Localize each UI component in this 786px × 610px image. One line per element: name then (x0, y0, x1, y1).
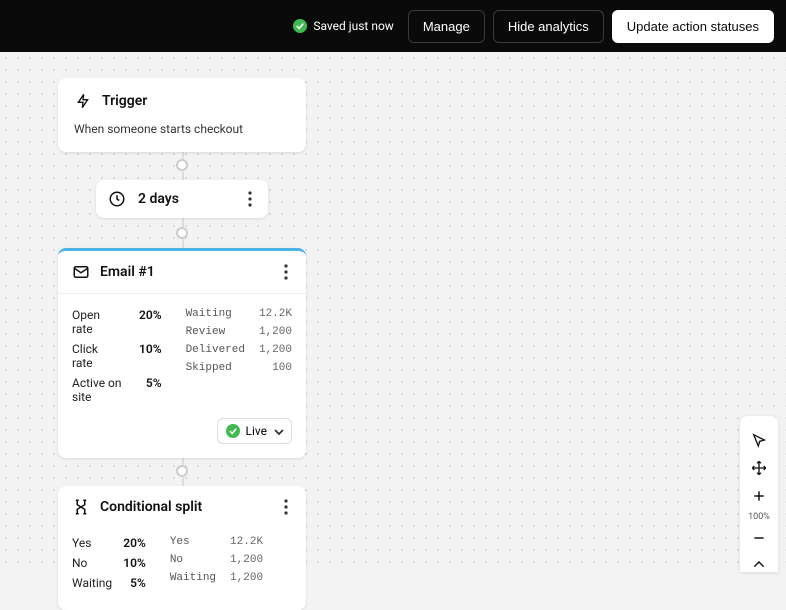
stat-row: Yes12.2K (170, 536, 263, 548)
update-action-statuses-button[interactable]: Update action statuses (612, 10, 774, 43)
chevron-down-icon (274, 427, 284, 437)
check-circle-icon (226, 424, 240, 438)
stat-row: Skipped100 (186, 362, 292, 374)
collapse-up-icon[interactable] (740, 552, 778, 572)
pointer-tool[interactable] (740, 426, 778, 454)
email-card[interactable]: Email #1 Open rate20% Click rate10% Acti… (58, 248, 306, 458)
status-label: Live (246, 424, 267, 438)
flow-canvas[interactable]: Trigger When someone starts checkout 2 d… (0, 52, 786, 572)
lightning-icon (74, 92, 92, 110)
move-tool[interactable] (740, 454, 778, 482)
check-circle-icon (293, 19, 307, 33)
stat-row: No1,200 (170, 554, 263, 566)
delay-label: 2 days (138, 191, 179, 207)
conditional-split-card[interactable]: Conditional split Yes20% No10% Waiting5%… (58, 486, 306, 610)
trigger-subtitle: When someone starts checkout (74, 122, 290, 136)
email-more-icon[interactable] (280, 264, 292, 280)
stat-row: No10% (72, 556, 146, 570)
zoom-out-button[interactable] (740, 524, 778, 552)
stat-row: Open rate20% (72, 308, 162, 336)
stat-row: Click rate10% (72, 342, 162, 370)
stat-row: Yes20% (72, 536, 146, 550)
delay-more-icon[interactable] (244, 191, 256, 207)
stat-row: Review1,200 (186, 326, 292, 338)
split-icon (72, 498, 90, 516)
status-dropdown[interactable]: Live (217, 418, 292, 444)
trigger-title: Trigger (102, 93, 147, 109)
zoom-in-button[interactable] (740, 482, 778, 510)
stat-row: Active on site5% (72, 376, 162, 404)
stat-row: Waiting12.2K (186, 308, 292, 320)
stat-row: Delivered1,200 (186, 344, 292, 356)
zoom-toolbar: 100% (740, 416, 778, 572)
manage-button[interactable]: Manage (408, 10, 485, 43)
split-title: Conditional split (100, 499, 202, 515)
flow-column: Trigger When someone starts checkout 2 d… (58, 78, 306, 610)
save-status-text: Saved just now (313, 19, 393, 33)
mail-icon (72, 263, 90, 281)
trigger-card[interactable]: Trigger When someone starts checkout (58, 78, 306, 152)
delay-card[interactable]: 2 days (96, 180, 268, 218)
stat-row: Waiting5% (72, 576, 146, 590)
split-more-icon[interactable] (280, 499, 292, 515)
top-bar: Saved just now Manage Hide analytics Upd… (0, 0, 786, 52)
zoom-level: 100% (748, 512, 770, 522)
stat-row: Waiting1,200 (170, 572, 263, 584)
hide-analytics-button[interactable]: Hide analytics (493, 10, 604, 43)
clock-icon (108, 190, 126, 208)
email-title: Email #1 (100, 264, 155, 280)
save-status: Saved just now (293, 19, 393, 33)
